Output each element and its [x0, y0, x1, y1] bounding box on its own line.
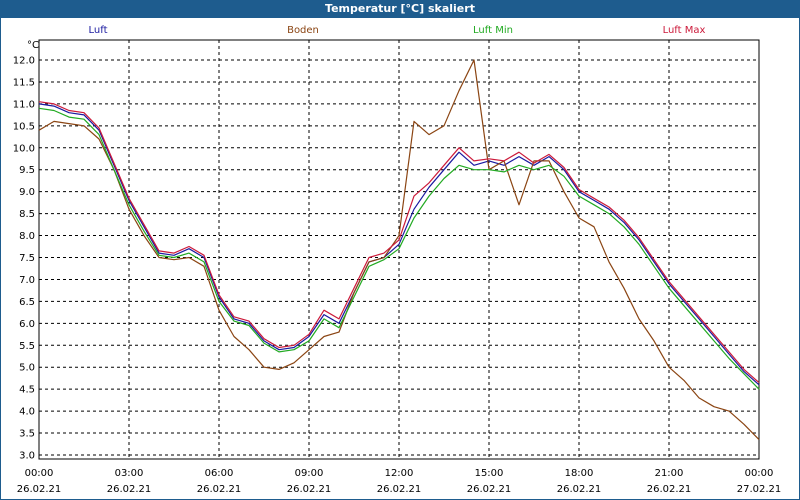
y-tick-label: 11.0 — [13, 99, 35, 110]
legend-entry: Luft Max — [663, 25, 706, 36]
x-tick-time: 03:00 — [115, 468, 144, 479]
y-axis-label: °C — [27, 40, 39, 51]
y-tick-label: 10.5 — [13, 121, 35, 132]
y-tick-label: 5.0 — [19, 363, 35, 374]
x-tick-date: 26.02.21 — [377, 484, 422, 495]
y-tick-label: 4.5 — [19, 385, 35, 396]
x-tick-date: 26.02.21 — [467, 484, 512, 495]
y-tick-label: 4.0 — [19, 407, 35, 418]
y-tick-label: 5.5 — [19, 341, 35, 352]
chart-area: 12.0 11.5 11.0 10.5 10.0 9.5 9.0 8.5 8.0 7.5 7.0 6.… — [1, 18, 799, 499]
temperature-chart: 12.0 11.5 11.0 10.5 10.0 9.5 9.0 8.5 8.0 7.5 7.0 6.… — [13, 25, 782, 495]
x-tick-time: 21:00 — [655, 468, 684, 479]
x-tick-time: 09:00 — [295, 468, 324, 479]
legend-entry: Boden — [287, 25, 319, 36]
x-tick-time: 15:00 — [475, 468, 504, 479]
window-title: Temperatur [°C] skaliert — [325, 2, 475, 15]
y-tick-label: 6.5 — [19, 297, 35, 308]
x-tick-date: 26.02.21 — [197, 484, 242, 495]
y-tick-label: 3.0 — [19, 451, 35, 462]
chart-window: Temperatur [°C] skaliert 12.0 11.5 11.0 10.… — [0, 0, 800, 500]
y-tick-label: 6.0 — [19, 319, 35, 330]
y-tick-label: 9.5 — [19, 165, 35, 176]
x-tick-time: 12:00 — [385, 468, 414, 479]
x-tick-time: 00:00 — [25, 468, 54, 479]
y-tick-label: 3.5 — [19, 429, 35, 440]
legend-entry: Luft — [89, 25, 108, 36]
x-tick-date: 26.02.21 — [17, 484, 62, 495]
x-tick-time: 18:00 — [565, 468, 594, 479]
x-tick-time: 06:00 — [205, 468, 234, 479]
y-tick-label: 10.0 — [13, 143, 35, 154]
x-tick-date: 27.02.21 — [737, 484, 782, 495]
x-tick-date: 26.02.21 — [287, 484, 332, 495]
legend-entry: Luft Min — [473, 25, 513, 36]
y-tick-label: 8.0 — [19, 231, 35, 242]
y-tick-label: 9.0 — [19, 187, 35, 198]
x-tick-date: 26.02.21 — [557, 484, 602, 495]
y-tick-label: 8.5 — [19, 209, 35, 220]
y-tick-label: 12.0 — [13, 56, 35, 67]
x-tick-date: 26.02.21 — [647, 484, 692, 495]
y-tick-label: 11.5 — [13, 77, 35, 88]
y-tick-label: 7.5 — [19, 253, 35, 264]
x-tick-date: 26.02.21 — [107, 484, 152, 495]
y-tick-label: 7.0 — [19, 275, 35, 286]
x-tick-time: 00:00 — [745, 468, 774, 479]
